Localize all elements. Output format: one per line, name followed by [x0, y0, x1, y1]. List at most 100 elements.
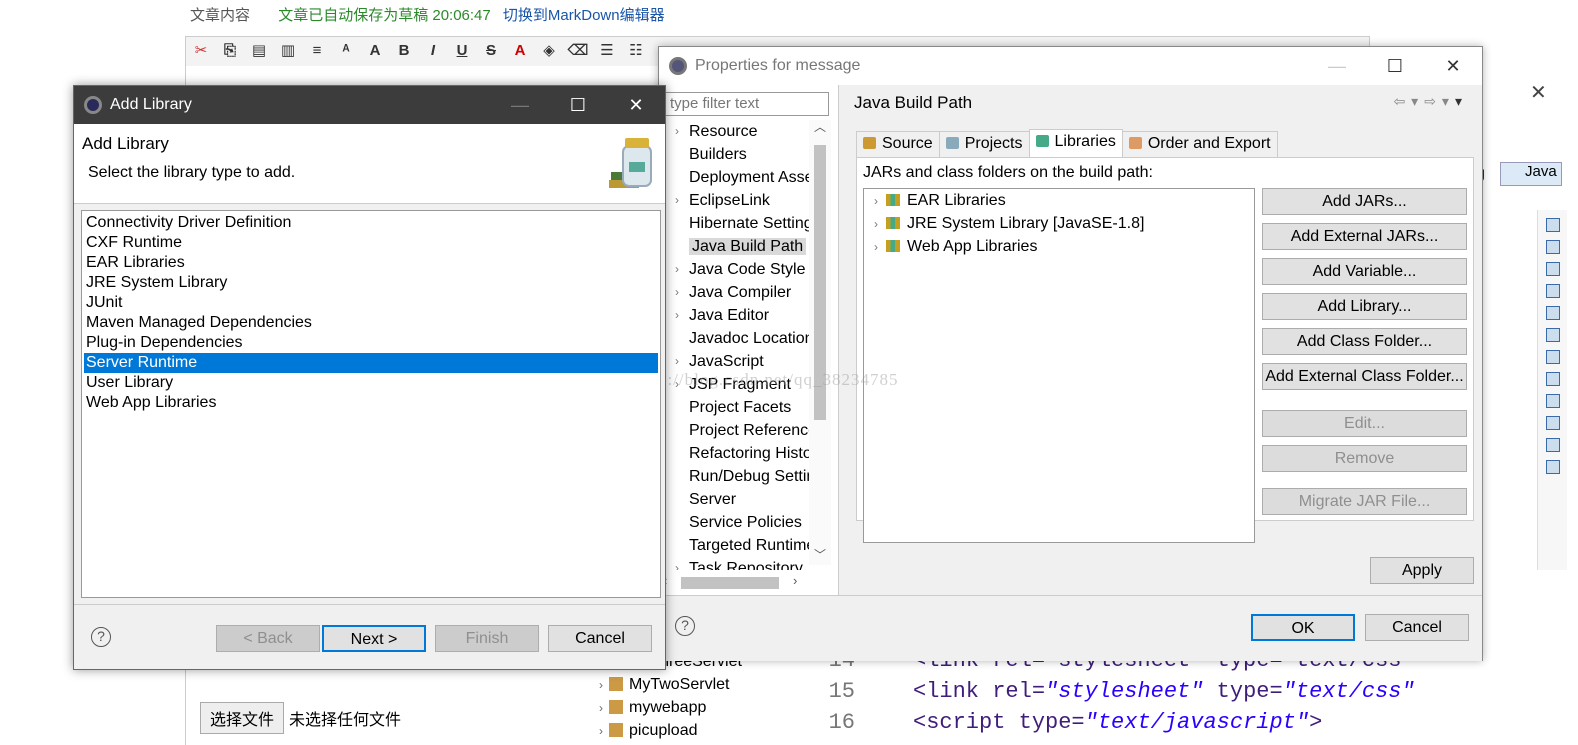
tool-icon[interactable]: [1545, 394, 1560, 408]
tool-icon[interactable]: [1545, 306, 1560, 320]
nav-item[interactable]: Refactoring History: [659, 442, 809, 465]
nav-item[interactable]: Server: [659, 488, 809, 511]
tree-item[interactable]: › mywebapp: [585, 696, 795, 719]
tool-icon[interactable]: [1545, 350, 1560, 364]
cut-icon[interactable]: ✂: [189, 40, 213, 64]
nav-item[interactable]: Javadoc Location: [659, 327, 809, 350]
tree-item[interactable]: › picupload: [585, 719, 795, 742]
help-icon[interactable]: ?: [91, 627, 111, 647]
filter-input[interactable]: type filter text: [665, 92, 829, 116]
migrate-jar-button[interactable]: Migrate JAR File...: [1262, 488, 1467, 515]
tab-source[interactable]: Source: [856, 131, 940, 157]
bg-color-icon[interactable]: ◈: [537, 40, 561, 64]
eclipse-close-icon[interactable]: ✕: [1530, 80, 1547, 105]
nav-item[interactable]: › Java Code Style: [659, 258, 809, 281]
apply-button[interactable]: Apply: [1370, 557, 1474, 584]
tool-icon[interactable]: [1545, 218, 1560, 232]
scroll-right-icon[interactable]: ›: [793, 573, 797, 588]
tree-item[interactable]: › MyTwoServlet: [585, 673, 795, 696]
tab-projects[interactable]: Projects: [938, 131, 1030, 157]
copy-icon[interactable]: ⎘: [218, 40, 242, 64]
italic-icon[interactable]: I: [421, 40, 445, 64]
scroll-down-icon[interactable]: ﹀: [814, 546, 826, 563]
switch-markdown-link[interactable]: 切换到MarkDown编辑器: [503, 7, 665, 24]
ok-button[interactable]: OK: [1251, 614, 1355, 641]
tool-icon[interactable]: [1545, 240, 1560, 254]
add-jars-button[interactable]: Add JARs...: [1262, 188, 1467, 215]
maximize-icon[interactable]: ☐: [1366, 47, 1424, 85]
choose-file-button[interactable]: 选择文件: [200, 702, 285, 734]
nav-item[interactable]: › Task Repository: [659, 557, 809, 570]
properties-cancel-button[interactable]: Cancel: [1365, 614, 1469, 641]
nav-item[interactable]: › Resource: [659, 120, 809, 143]
remove-button[interactable]: Remove: [1262, 445, 1467, 472]
nav-item[interactable]: Project Facets: [659, 396, 809, 419]
paste-text-icon[interactable]: ▥: [276, 40, 300, 64]
font-icon[interactable]: A: [363, 40, 387, 64]
help-icon[interactable]: ?: [675, 616, 695, 636]
tool-icon[interactable]: [1545, 284, 1560, 298]
list-item[interactable]: Web App Libraries: [84, 393, 658, 413]
paste-icon[interactable]: ▤: [247, 40, 271, 64]
add-variable-button[interactable]: Add Variable...: [1262, 258, 1467, 285]
nav-item[interactable]: Deployment Assembly: [659, 166, 809, 189]
back-button[interactable]: < Back: [216, 625, 320, 652]
minimize-icon[interactable]: —: [491, 86, 549, 124]
nav-item[interactable]: Service Policies: [659, 511, 809, 534]
nav-item[interactable]: Run/Debug Settings: [659, 465, 809, 488]
nav-item[interactable]: Builders: [659, 143, 809, 166]
list-item[interactable]: CXF Runtime: [84, 233, 658, 253]
view-menu-icon[interactable]: ▾: [1455, 93, 1468, 109]
nav-item[interactable]: › Java Editor: [659, 304, 809, 327]
list-item[interactable]: Maven Managed Dependencies: [84, 313, 658, 333]
minimize-icon[interactable]: —: [1308, 47, 1366, 85]
align-icon[interactable]: ☰: [595, 40, 619, 64]
nav-item[interactable]: Project References: [659, 419, 809, 442]
library-node[interactable]: › JRE System Library [JavaSE-1.8]: [864, 212, 1254, 235]
add-class-folder-button[interactable]: Add Class Folder...: [1262, 328, 1467, 355]
nav-item[interactable]: › EclipseLink: [659, 189, 809, 212]
list-item[interactable]: JRE System Library: [84, 273, 658, 293]
list-item[interactable]: JUnit: [84, 293, 658, 313]
tool-icon[interactable]: [1545, 438, 1560, 452]
strike-icon[interactable]: S: [479, 40, 503, 64]
close-icon[interactable]: ✕: [607, 86, 665, 124]
font-color-icon[interactable]: A: [508, 40, 532, 64]
nav-item[interactable]: Targeted Runtimes: [659, 534, 809, 557]
nav-horizontal-scrollbar[interactable]: ‹ ›: [659, 573, 809, 593]
tool-icon[interactable]: [1545, 262, 1560, 276]
forward-arrow-icon[interactable]: ⇨▾: [1424, 93, 1455, 109]
add-external-jars-button[interactable]: Add External JARs...: [1262, 223, 1467, 250]
underline-icon[interactable]: U: [450, 40, 474, 64]
tool-icon[interactable]: [1545, 460, 1560, 474]
finish-button[interactable]: Finish: [435, 625, 539, 652]
tab-order-export[interactable]: Order and Export: [1121, 131, 1278, 157]
library-type-list[interactable]: Connectivity Driver Definition CXF Runti…: [81, 210, 661, 598]
tool-icon[interactable]: [1545, 328, 1560, 342]
eraser-icon[interactable]: ⌫: [566, 40, 590, 64]
library-node[interactable]: › Web App Libraries: [864, 235, 1254, 258]
close-icon[interactable]: ✕: [1424, 47, 1482, 85]
add-library-button[interactable]: Add Library...: [1262, 293, 1467, 320]
build-path-library-tree[interactable]: › EAR Libraries › JRE System Library [Java…: [863, 188, 1255, 543]
tab-libraries[interactable]: Libraries: [1028, 129, 1123, 157]
hscroll-thumb[interactable]: [681, 577, 779, 589]
cancel-button[interactable]: Cancel: [548, 625, 652, 652]
back-arrow-icon[interactable]: ⇦▾: [1393, 93, 1424, 109]
list-item[interactable]: User Library: [84, 373, 658, 393]
nav-item[interactable]: Hibernate Settings: [659, 212, 809, 235]
next-button[interactable]: Next >: [322, 625, 426, 652]
nav-vertical-scrollbar[interactable]: ︿ ﹀: [809, 120, 831, 565]
list-item[interactable]: EAR Libraries: [84, 253, 658, 273]
spellcheck-icon[interactable]: ᴬ: [334, 40, 358, 64]
add-external-class-folder-button[interactable]: Add External Class Folder...: [1262, 363, 1467, 390]
edit-button[interactable]: Edit...: [1262, 410, 1467, 437]
list-item-selected[interactable]: Server Runtime: [84, 353, 658, 373]
bold-icon[interactable]: B: [392, 40, 416, 64]
java-perspective-button[interactable]: Java: [1500, 162, 1562, 186]
format-icon[interactable]: ≡: [305, 40, 329, 64]
nav-item-java-build-path[interactable]: Java Build Path: [659, 235, 809, 258]
scroll-up-icon[interactable]: ︿: [814, 118, 826, 135]
maximize-icon[interactable]: ☐: [549, 86, 607, 124]
list-item[interactable]: Connectivity Driver Definition: [84, 213, 658, 233]
